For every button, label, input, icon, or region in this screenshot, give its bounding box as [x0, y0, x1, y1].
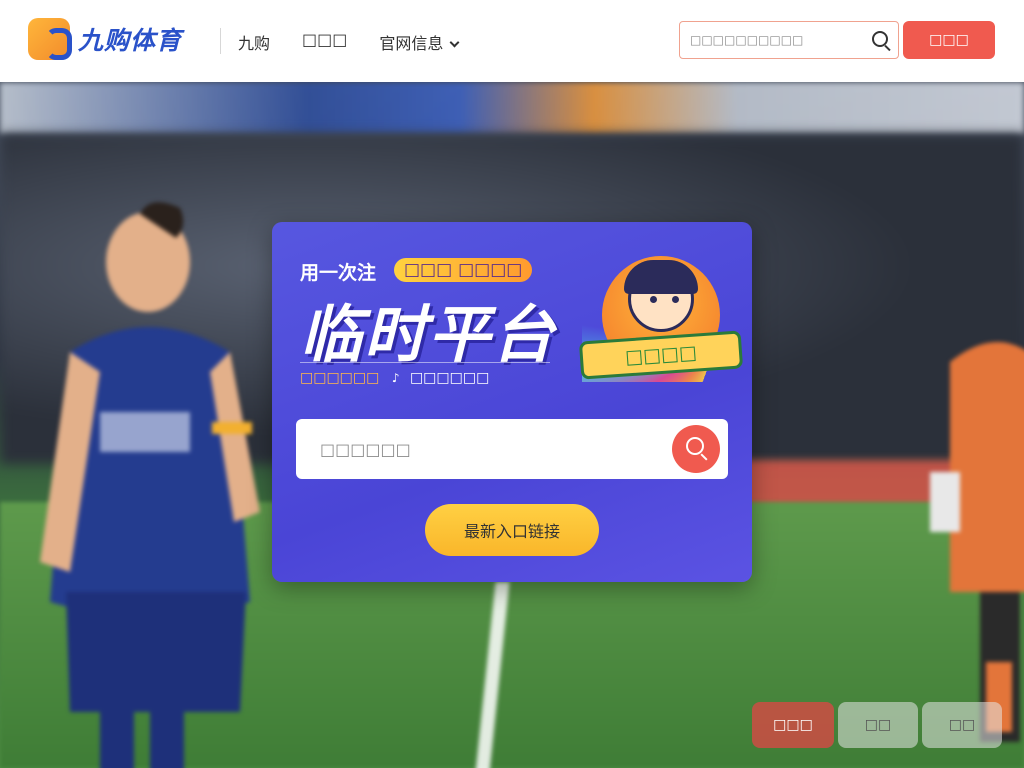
floating-button-secondary[interactable]: □□	[838, 702, 918, 748]
promo-sub-highlight: □□□□□□	[300, 370, 380, 386]
advertising-boards	[0, 82, 1024, 134]
main-nav: 九购 □□□ 官网信息	[238, 30, 460, 54]
top-header: 九购体育 九购 □□□ 官网信息 □□□	[0, 0, 1024, 82]
logo-icon	[28, 18, 72, 60]
brand-name: 九购体育	[78, 26, 183, 55]
header-search-input[interactable]	[680, 22, 850, 58]
chevron-down-icon	[449, 37, 460, 48]
nav-item-home[interactable]: 九购	[238, 30, 270, 54]
promo-sub-text: □□□□□□	[409, 370, 490, 386]
floating-button-primary[interactable]: □□□	[752, 702, 834, 748]
search-icon	[686, 437, 704, 455]
header-search	[679, 21, 899, 59]
promo-subline: □□□□□□ ♪ □□□□□□	[300, 370, 489, 386]
player-right-image	[930, 342, 1024, 742]
promo-badge: □□□ □□□□	[394, 258, 533, 282]
latest-entry-link-button[interactable]: 最新入口链接	[425, 504, 599, 556]
promo-divider	[300, 362, 550, 363]
promo-search-button[interactable]	[672, 425, 720, 473]
search-icon[interactable]	[872, 31, 888, 47]
nav-item-topics[interactable]: □□□	[302, 30, 347, 54]
floating-button-tertiary[interactable]: □□	[922, 702, 1002, 748]
mascot-eye-right	[672, 296, 679, 303]
mascot-eye-left	[650, 296, 657, 303]
header-divider	[220, 28, 221, 54]
mascot-banner: □□□□	[578, 330, 744, 380]
promo-lead: 用一次注	[300, 262, 377, 284]
player-left-image	[40, 202, 260, 768]
music-note-icon: ♪	[391, 371, 400, 385]
mascot-illustration: □□□□	[578, 244, 744, 394]
brand-logo[interactable]: 九购体育	[28, 18, 182, 60]
promo-search-input[interactable]	[296, 419, 666, 479]
promo-headline: 临时平台	[300, 298, 557, 371]
register-button[interactable]: □□□	[903, 21, 995, 59]
promo-search	[296, 419, 728, 479]
promo-card: 用一次注 □□□ □□□□ 临时平台 □□□□□□ ♪ □□□□□□ □□□□ …	[272, 222, 752, 582]
nav-item-official-info[interactable]: 官网信息	[379, 30, 460, 54]
nav-item-official-info-label: 官网信息	[379, 34, 444, 53]
